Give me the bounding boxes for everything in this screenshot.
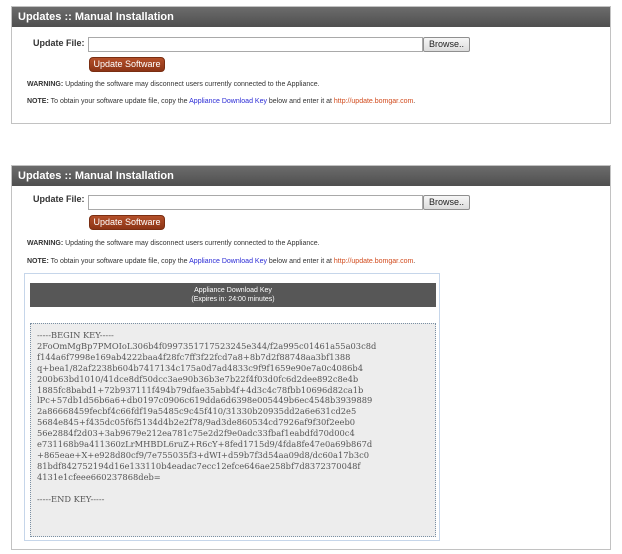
warning-body: Updating the software may disconnect use… [63,81,320,88]
warning-text: WARNING: Updating the software may disco… [27,81,320,88]
browse-button[interactable]: Browse.. [423,195,470,210]
note-text: NOTE: To obtain your software update fil… [27,98,415,105]
note-body-2: below and enter it at [266,258,334,265]
update-software-button[interactable]: Update Software [89,57,165,72]
download-key-box: Appliance Download Key (Expires in: 24:0… [24,273,440,541]
update-file-label: Update File: [33,38,85,48]
note-end: . [413,98,416,105]
note-body-2: below and enter it at [266,98,334,105]
warning-prefix: WARNING: [27,81,64,88]
update-url-link[interactable]: http://update.bomgar.com [334,258,413,265]
appliance-download-key-link[interactable]: Appliance Download Key [189,98,267,105]
note-body: To obtain your software update file, cop… [48,98,190,105]
note-text: NOTE: To obtain your software update fil… [27,258,415,265]
warning-prefix: WARNING: [27,240,64,247]
manual-installation-panel-1: Updates :: Manual Installation Update Fi… [11,6,611,124]
update-file-input[interactable] [88,37,423,52]
update-url-link[interactable]: http://update.bomgar.com [334,98,413,105]
warning-body: Updating the software may disconnect use… [63,240,320,247]
note-end: . [413,258,416,265]
appliance-download-key-link[interactable]: Appliance Download Key [189,258,267,265]
update-file-input[interactable] [88,195,423,210]
download-key-title: Appliance Download Key [194,287,272,294]
warning-text: WARNING: Updating the software may disco… [27,240,320,247]
panel-title: Updates :: Manual Installation [12,7,610,27]
download-key-expiry: (Expires in: 24:00 minutes) [191,296,275,303]
note-prefix: NOTE: [27,98,49,105]
note-prefix: NOTE: [27,258,49,265]
download-key-header: Appliance Download Key (Expires in: 24:0… [30,283,436,307]
note-body: To obtain your software update file, cop… [48,258,190,265]
browse-button[interactable]: Browse.. [423,37,470,52]
panel-title: Updates :: Manual Installation [12,166,610,186]
download-key-text[interactable]: -----BEGIN KEY----- 2FoOmMgBp7PMOIoL306b… [30,323,436,537]
update-file-label: Update File: [33,194,85,204]
update-software-button[interactable]: Update Software [89,215,165,230]
